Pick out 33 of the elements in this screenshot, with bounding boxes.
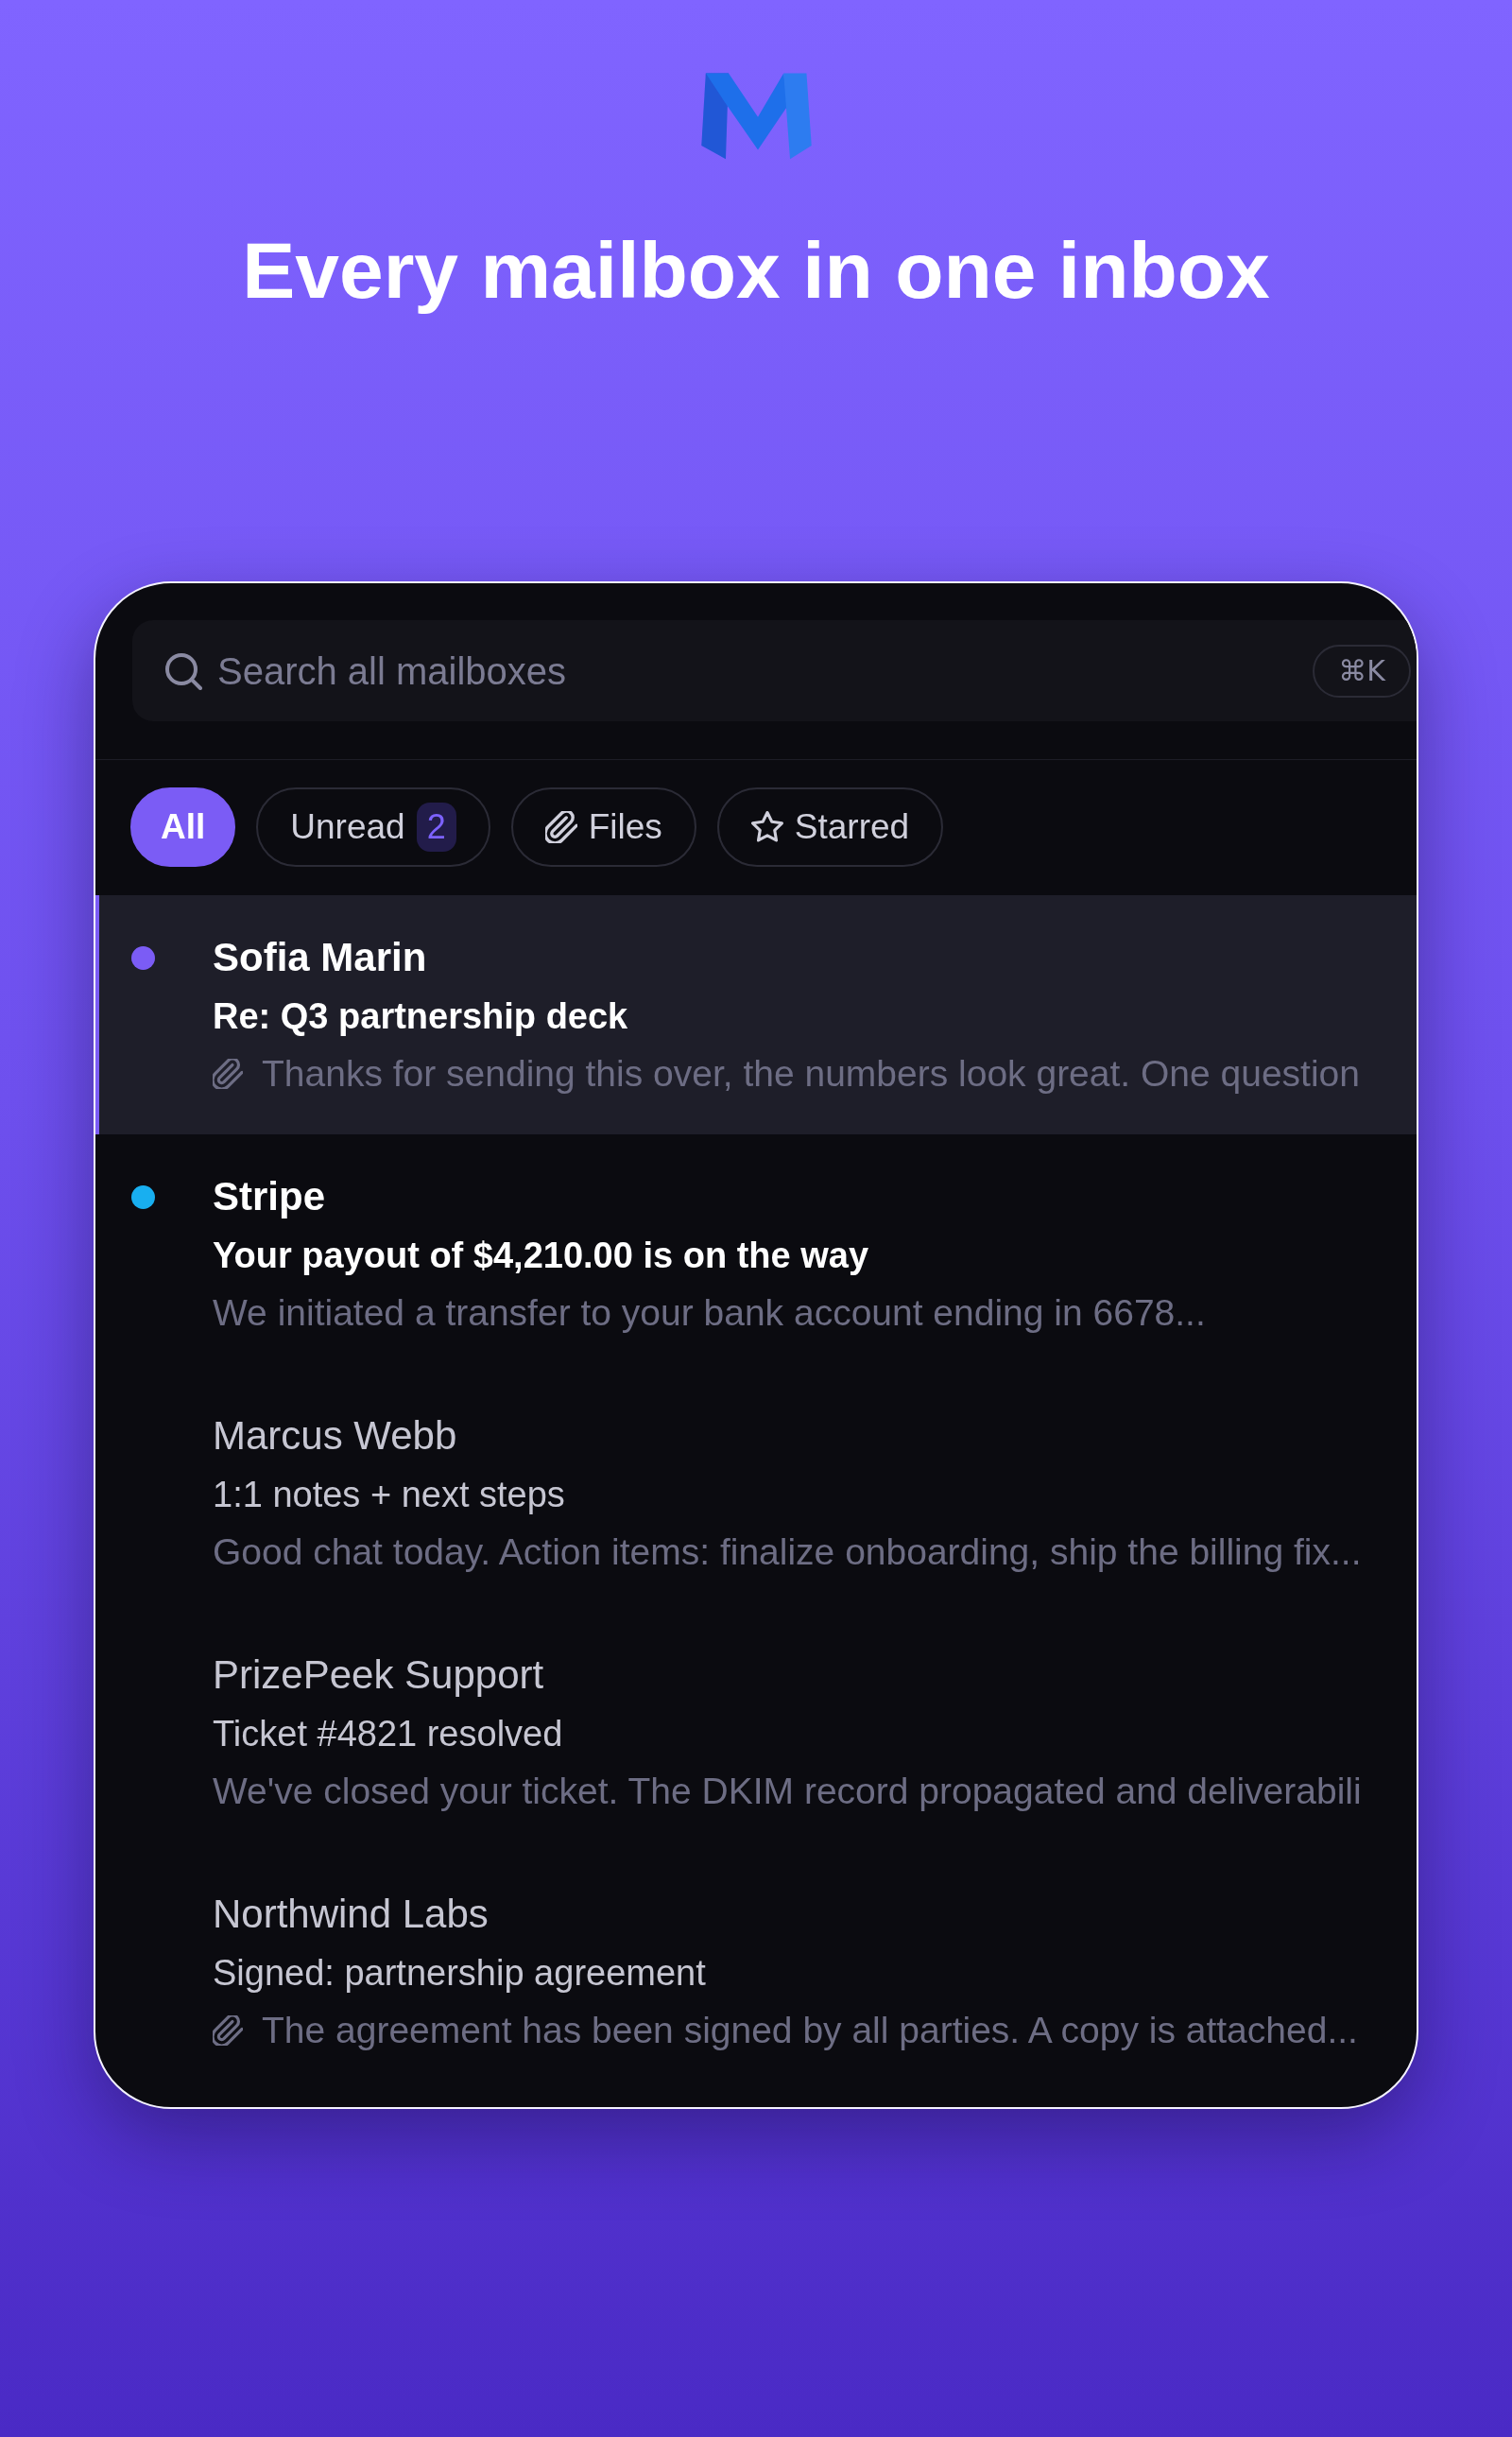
subject-line: 1:1 notes + next steps — [213, 1474, 566, 1516]
sender-name: Stripe — [213, 1173, 327, 1220]
preview-text: Thanks for sending this over, the numbers look great. One question — [262, 1052, 1360, 1096]
subject-line: Your payout of $4,210.00 is on the way — [213, 1235, 870, 1277]
headline: Every mailbox in one inbox — [242, 225, 1270, 317]
preview-text: The agreement has been signed by all parties. A copy is attached... — [262, 2009, 1358, 2052]
sender-name: PrizePeek Support — [213, 1651, 545, 1699]
message-row[interactable]: Northwind Labs Signed: partnership agreement The agreement has been signed by all parties. A copy is attached... — [95, 1852, 1417, 2091]
sender-name: Marcus Webb — [213, 1412, 458, 1460]
logo-icon — [698, 71, 814, 161]
message-row[interactable]: Marcus Webb 1:1 notes + next steps Good chat today. Action items: finalize onboarding, ship the billing fix... — [95, 1374, 1417, 1613]
preview-text: We've closed your ticket. The DKIM record propagated and deliverabili — [213, 1770, 1362, 1813]
star-icon — [750, 811, 783, 843]
message-row[interactable]: Sofia Marin Re: Q3 partnership deck Thanks for sending this over, the numbers look great. One question — [95, 895, 1417, 1134]
subject-line: Ticket #4821 resolved — [213, 1713, 564, 1755]
subject-line: Re: Q3 partnership deck — [213, 995, 629, 1038]
filter-chip[interactable]: Files — [510, 787, 696, 867]
sender-name: Sofia Marin — [213, 934, 428, 981]
preview-text: We initiated a transfer to your bank account ending in 6678... — [213, 1291, 1206, 1335]
count-badge: 2 — [416, 803, 456, 852]
sender-name: Northwind Labs — [213, 1891, 490, 1938]
preview-text: Good chat today. Action items: finalize onboarding, ship the billing fix... — [213, 1530, 1362, 1574]
search-input[interactable]: Search all mailboxes — [217, 647, 1313, 695]
message-row[interactable]: Stripe Your payout of $4,210.00 is on the way We initiated a transfer to your bank account ending in 6678... — [95, 1134, 1417, 1374]
search-field[interactable]: Search all mailboxes ⌘K — [132, 620, 1417, 721]
search-icon — [164, 651, 202, 690]
message-row[interactable]: PrizePeek Support Ticket #4821 resolved We've closed your ticket. The DKIM record propagated and deliverabili — [95, 1613, 1417, 1852]
filter-chip[interactable]: All — [130, 787, 236, 867]
paperclip-icon — [544, 811, 577, 843]
filter-chip[interactable]: Unread 2 — [256, 787, 490, 867]
subject-line: Signed: partnership agreement — [213, 1952, 707, 1995]
filter-chip[interactable]: Starred — [716, 787, 944, 867]
shortcut-key: ⌘K — [1313, 644, 1411, 698]
